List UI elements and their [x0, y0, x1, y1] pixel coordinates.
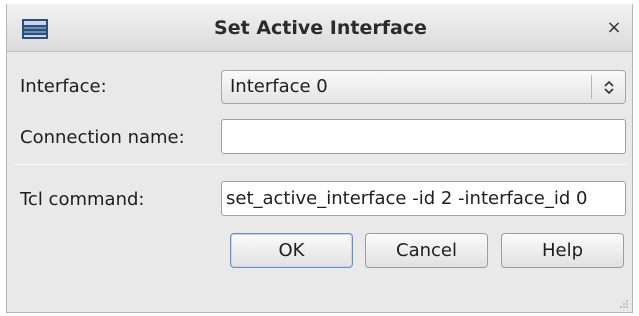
connection-name-input[interactable]: [222, 120, 625, 153]
tcl-command-label: Tcl command:: [20, 189, 145, 210]
set-active-interface-dialog: Set Active Interface × Interface: Interf…: [6, 4, 633, 313]
resize-grip-icon[interactable]: [619, 299, 629, 309]
close-icon[interactable]: ×: [604, 18, 624, 38]
ok-button[interactable]: OK: [230, 233, 353, 268]
interface-label: Interface:: [20, 76, 107, 97]
connection-name-field[interactable]: [221, 119, 626, 154]
tcl-command-field[interactable]: [221, 181, 626, 216]
cancel-button[interactable]: Cancel: [365, 233, 488, 268]
connection-name-label: Connection name:: [20, 127, 185, 148]
interface-select-value: Interface 0: [230, 76, 328, 97]
help-button[interactable]: Help: [501, 233, 624, 268]
select-separator: [591, 75, 592, 99]
dialog-title: Set Active Interface: [214, 17, 427, 39]
section-divider: [13, 164, 628, 165]
interface-select[interactable]: Interface 0: [221, 70, 626, 104]
updown-arrows-icon: [604, 80, 614, 95]
title-bar[interactable]: Set Active Interface ×: [7, 4, 632, 52]
tcl-command-input[interactable]: [222, 182, 625, 215]
